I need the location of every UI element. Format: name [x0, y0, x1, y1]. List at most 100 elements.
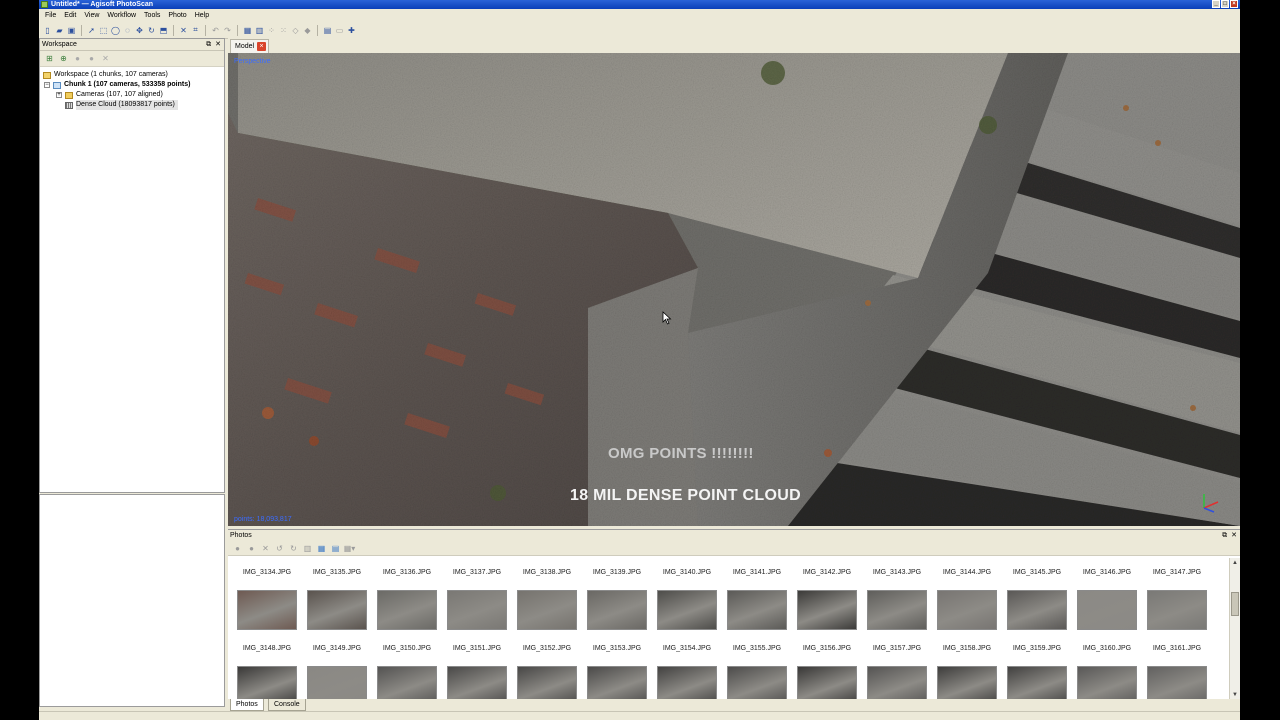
photo-item[interactable]: IMG_3147.JPG — [1142, 568, 1212, 630]
scrollbar-thumb[interactable] — [1231, 592, 1239, 616]
menu-photo[interactable]: Photo — [164, 10, 190, 21]
thumbnails-view-icon[interactable]: ▦ — [316, 543, 327, 554]
photo-thumbnail[interactable] — [307, 666, 367, 700]
texture-icon[interactable]: ◆ — [302, 25, 313, 36]
menu-help[interactable]: Help — [191, 10, 213, 21]
photo-item[interactable]: IMG_3146.JPG — [1072, 568, 1142, 630]
grid-view-icon[interactable]: ▦ — [242, 25, 253, 36]
menu-view[interactable]: View — [80, 10, 103, 21]
add-chunk-icon[interactable]: ⊞ — [44, 53, 55, 64]
photo-thumbnail[interactable] — [517, 666, 577, 700]
scroll-down-icon[interactable]: ▼ — [1231, 691, 1239, 699]
crop-selection-icon[interactable]: ⌗ — [190, 25, 201, 36]
photo-thumbnail[interactable] — [587, 590, 647, 630]
photo-thumbnail[interactable] — [517, 590, 577, 630]
resize-region-icon[interactable]: ⬒ — [158, 25, 169, 36]
filter-icon[interactable]: ▥ — [302, 543, 313, 554]
rotate-object-icon[interactable]: ↻ — [146, 25, 157, 36]
minimize-button[interactable]: _ — [1212, 0, 1220, 8]
photo-item[interactable]: IMG_3139.JPG — [582, 568, 652, 630]
photo-thumbnail[interactable] — [237, 590, 297, 630]
photo-item[interactable]: IMG_3140.JPG — [652, 568, 722, 630]
undock-icon[interactable]: ⧉ — [1222, 530, 1227, 541]
photo-item[interactable]: IMG_3134.JPG — [232, 568, 302, 630]
photo-item[interactable]: IMG_3145.JPG — [1002, 568, 1072, 630]
photo-item[interactable]: IMG_3137.JPG — [442, 568, 512, 630]
view-options-icon[interactable]: ▦▾ — [344, 543, 356, 554]
photo-thumbnail[interactable] — [377, 590, 437, 630]
photo-thumbnail[interactable] — [797, 590, 857, 630]
photo-thumbnail[interactable] — [657, 666, 717, 700]
menu-workflow[interactable]: Workflow — [103, 10, 140, 21]
photo-thumbnail[interactable] — [1077, 666, 1137, 700]
menu-tools[interactable]: Tools — [140, 10, 164, 21]
photo-thumbnail[interactable] — [1077, 590, 1137, 630]
add-photos-icon[interactable]: ⊕ — [58, 53, 69, 64]
menu-edit[interactable]: Edit — [60, 10, 80, 21]
rectangle-selection-icon[interactable]: ⬚ — [98, 25, 109, 36]
photo-item[interactable]: IMG_3149.JPG — [302, 644, 372, 700]
tab-model[interactable]: Model × — [230, 39, 270, 53]
photo-item[interactable]: IMG_3155.JPG — [722, 644, 792, 700]
close-tab-icon[interactable]: × — [257, 42, 267, 51]
point-cloud-icon[interactable]: ⁘ — [266, 25, 277, 36]
maximize-button[interactable]: □ — [1221, 0, 1229, 8]
photo-thumbnail[interactable] — [1007, 666, 1067, 700]
tree-item-chunk[interactable]: − Chunk 1 (107 cameras, 533358 points) — [40, 80, 224, 90]
photos-scrollbar[interactable]: ▲ ▼ — [1229, 558, 1240, 700]
close-pane-icon[interactable]: ✕ — [1231, 530, 1237, 541]
photo-thumbnail[interactable] — [1147, 666, 1207, 700]
reset-view-icon[interactable]: ✚ — [346, 25, 357, 36]
photo-item[interactable]: IMG_3151.JPG — [442, 644, 512, 700]
enable-icon[interactable]: ● — [72, 53, 83, 64]
photo-item[interactable]: IMG_3154.JPG — [652, 644, 722, 700]
photo-thumbnail[interactable] — [727, 666, 787, 700]
move-object-icon[interactable]: ✥ — [134, 25, 145, 36]
save-icon[interactable]: ▣ — [66, 25, 77, 36]
photo-thumbnail[interactable] — [797, 666, 857, 700]
enable-camera-icon[interactable]: ● — [232, 543, 243, 554]
region-icon[interactable]: ▭ — [334, 25, 345, 36]
photo-thumbnail[interactable] — [587, 666, 647, 700]
photo-thumbnail[interactable] — [377, 666, 437, 700]
rotate-right-icon[interactable]: ↻ — [288, 543, 299, 554]
photo-item[interactable]: IMG_3153.JPG — [582, 644, 652, 700]
photo-item[interactable]: IMG_3138.JPG — [512, 568, 582, 630]
details-view-icon[interactable]: ▤ — [330, 543, 341, 554]
tab-console[interactable]: Console — [268, 699, 306, 711]
tree-item-workspace[interactable]: Workspace (1 chunks, 107 cameras) — [40, 70, 224, 80]
photo-thumbnail[interactable] — [1147, 590, 1207, 630]
photo-item[interactable]: IMG_3158.JPG — [932, 644, 1002, 700]
free-form-selection-icon[interactable]: ◌ — [122, 25, 133, 36]
photo-item[interactable]: IMG_3150.JPG — [372, 644, 442, 700]
open-icon[interactable]: ▰ — [54, 25, 65, 36]
menu-file[interactable]: File — [41, 10, 60, 21]
close-pane-icon[interactable]: ✕ — [215, 39, 221, 50]
photo-item[interactable]: IMG_3161.JPG — [1142, 644, 1212, 700]
photo-item[interactable]: IMG_3152.JPG — [512, 644, 582, 700]
new-icon[interactable]: ▯ — [42, 25, 53, 36]
undo-icon[interactable]: ↶ — [210, 25, 221, 36]
photo-thumbnail[interactable] — [867, 590, 927, 630]
photo-item[interactable]: IMG_3144.JPG — [932, 568, 1002, 630]
photo-item[interactable]: IMG_3159.JPG — [1002, 644, 1072, 700]
photo-item[interactable]: IMG_3156.JPG — [792, 644, 862, 700]
disable-camera-icon[interactable]: ● — [246, 543, 257, 554]
photo-item[interactable]: IMG_3157.JPG — [862, 644, 932, 700]
photo-item[interactable]: IMG_3136.JPG — [372, 568, 442, 630]
photo-thumbnail[interactable] — [447, 666, 507, 700]
undock-icon[interactable]: ⧉ — [206, 39, 211, 50]
photo-item[interactable]: IMG_3148.JPG — [232, 644, 302, 700]
photo-thumbnail[interactable] — [1007, 590, 1067, 630]
redo-icon[interactable]: ↷ — [222, 25, 233, 36]
photo-item[interactable]: IMG_3141.JPG — [722, 568, 792, 630]
photo-item[interactable]: IMG_3142.JPG — [792, 568, 862, 630]
tree-item-dense-cloud[interactable]: Dense Cloud (18093817 points) — [40, 100, 224, 110]
mesh-icon[interactable]: ◇ — [290, 25, 301, 36]
navigation-icon[interactable]: ➚ — [86, 25, 97, 36]
photo-item[interactable]: IMG_3143.JPG — [862, 568, 932, 630]
disable-icon[interactable]: ● — [86, 53, 97, 64]
model-viewport[interactable]: Perspective points: 18,093,817 OMG POINT… — [228, 53, 1240, 526]
photo-thumbnail[interactable] — [447, 590, 507, 630]
photo-thumbnail[interactable] — [657, 590, 717, 630]
